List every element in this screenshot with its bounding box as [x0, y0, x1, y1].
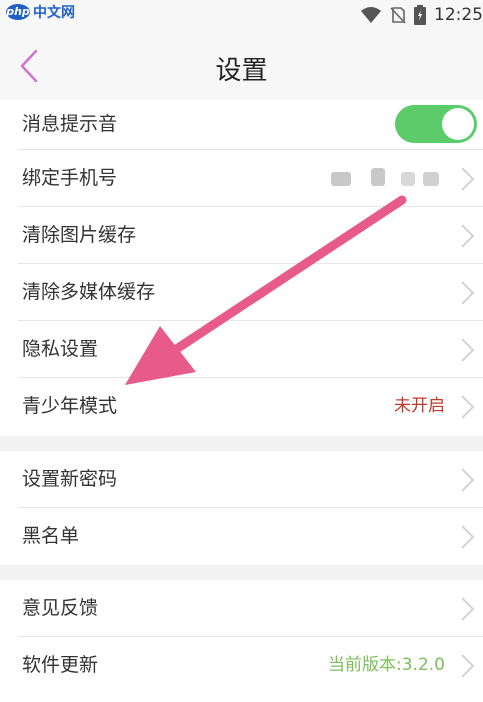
setting-label: 绑定手机号	[22, 167, 118, 189]
setting-label: 隐私设置	[22, 338, 99, 360]
chevron-right-icon	[461, 654, 475, 678]
chevron-right-icon	[461, 395, 475, 419]
setting-label: 青少年模式	[22, 395, 118, 417]
setting-clear-image-cache[interactable]: 清除图片缓存	[0, 207, 483, 264]
page-title: 设置	[215, 56, 268, 86]
logo-text: 中文网	[33, 5, 75, 21]
wifi-icon	[361, 7, 381, 23]
status-bar: php 中文网 12:25	[0, 0, 483, 32]
phone-number-blurred	[331, 168, 441, 190]
chevron-right-icon	[461, 338, 475, 362]
setting-clear-media-cache[interactable]: 清除多媒体缓存	[0, 264, 483, 321]
setting-label: 消息提示音	[22, 113, 118, 135]
setting-label: 软件更新	[22, 654, 99, 676]
chevron-right-icon	[461, 167, 475, 191]
chevron-right-icon	[461, 468, 475, 492]
chevron-right-icon	[461, 525, 475, 549]
setting-bind-phone[interactable]: 绑定手机号	[0, 150, 483, 207]
setting-label: 黑名单	[22, 525, 80, 547]
youth-mode-status: 未开启	[394, 396, 445, 416]
version-label: 当前版本:3.2.0	[328, 655, 445, 675]
status-time: 12:25	[434, 5, 483, 25]
setting-youth-mode[interactable]: 青少年模式 未开启	[0, 378, 483, 436]
setting-feedback[interactable]: 意见反馈	[0, 580, 483, 637]
chevron-right-icon	[461, 224, 475, 248]
setting-label: 意见反馈	[22, 597, 99, 619]
watermark-logo: php 中文网	[6, 2, 75, 22]
toggle-knob	[442, 108, 474, 140]
setting-new-password[interactable]: 设置新密码	[0, 451, 483, 508]
setting-privacy[interactable]: 隐私设置	[0, 321, 483, 378]
setting-label: 清除多媒体缓存	[22, 281, 156, 303]
logo-badge: php	[6, 4, 30, 20]
chevron-right-icon	[461, 281, 475, 305]
setting-label: 设置新密码	[22, 468, 118, 490]
setting-message-sound: 消息提示音	[0, 100, 483, 150]
setting-label: 清除图片缓存	[22, 224, 137, 246]
battery-icon	[414, 5, 426, 25]
chevron-right-icon	[461, 597, 475, 621]
message-sound-toggle[interactable]	[395, 105, 477, 143]
settings-screen: php 中文网 12:25 设置 消息提示音 绑定手机号 清除图片缓存 清除多媒…	[0, 0, 483, 702]
title-bar: 设置	[0, 32, 483, 100]
setting-blacklist[interactable]: 黑名单	[0, 508, 483, 565]
no-sim-icon	[390, 7, 406, 24]
status-icons: 12:25	[360, 4, 483, 26]
setting-software-update[interactable]: 软件更新 当前版本:3.2.0	[0, 637, 483, 702]
